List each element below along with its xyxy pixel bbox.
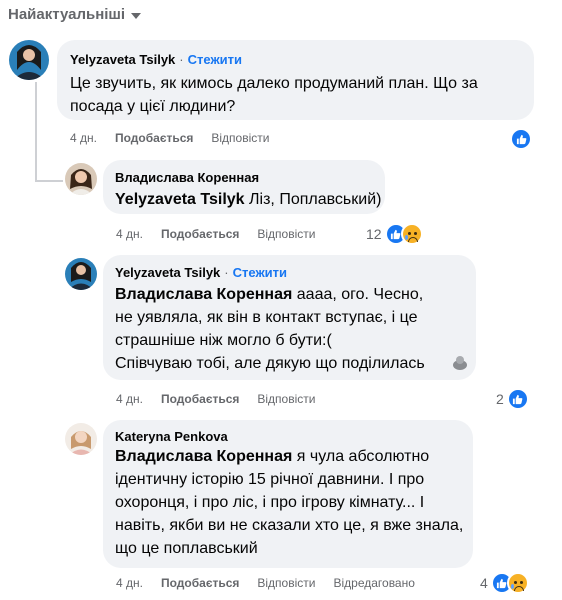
comment-author[interactable]: Yelyzaveta Tsilyk [70, 52, 175, 67]
comment-time[interactable]: 4 дн. [116, 227, 143, 241]
like-button[interactable]: Подобається [161, 392, 239, 406]
separator-dot: · [179, 52, 184, 67]
comment-actions: 4 дн. Подобається Відповісти [70, 131, 269, 145]
comment-author[interactable]: Kateryna Penkova [115, 429, 228, 444]
comment-bubble: Yelyzaveta Tsilyk · Стежити Владислава Кор… [103, 255, 476, 380]
comment-bubble: Kateryna Penkova Владислава Коренная я ч… [103, 420, 473, 568]
like-button[interactable]: Подобається [161, 227, 239, 241]
sad-reaction-icon [400, 223, 423, 245]
emoji-icon [451, 355, 469, 371]
comment-actions: 4 дн. Подобається Відповісти Відредагова… [116, 576, 415, 590]
like-reaction-icon [510, 128, 532, 150]
thread-line [35, 180, 63, 182]
sort-selector[interactable]: Найактуальніші [8, 6, 142, 23]
avatar[interactable] [65, 258, 97, 290]
follow-button[interactable]: Стежити [188, 52, 242, 67]
separator-dot: · [224, 265, 229, 280]
avatar[interactable] [65, 163, 97, 195]
comment-actions: 4 дн. Подобається Відповісти [116, 392, 315, 406]
avatar[interactable] [65, 423, 97, 455]
comment-text: Владислава Коренная я чула абсолютно іде… [115, 445, 465, 560]
comment-time[interactable]: 4 дн. [116, 576, 143, 590]
reaction-summary[interactable]: 12 [366, 223, 423, 245]
comment-bubble: Владислава Коренная Yelyzaveta Tsilyk Лі… [103, 160, 385, 214]
reaction-count: 4 [480, 575, 488, 591]
comment-header: Yelyzaveta Tsilyk · Стежити [115, 264, 287, 282]
reaction-summary[interactable]: 2 [496, 388, 529, 410]
like-button[interactable]: Подобається [161, 576, 239, 590]
sad-reaction-icon [506, 572, 529, 594]
comment-text-content: Ліз, Поплавський) [249, 191, 382, 208]
like-reaction-icon [506, 388, 529, 410]
chevron-down-icon [131, 12, 142, 19]
mention-link[interactable]: Yelyzaveta Tsilyk [115, 191, 245, 208]
comment-author[interactable]: Yelyzaveta Tsilyk [115, 265, 220, 280]
comment-bubble: Yelyzaveta Tsilyk · Стежити Це звучить, як… [57, 40, 534, 120]
comment-actions: 4 дн. Подобається Відповісти [116, 227, 315, 241]
thread-line [35, 82, 37, 182]
comment-header: Yelyzaveta Tsilyk · Стежити [70, 51, 242, 69]
comment-text: Владислава Коренная аааа, ого. Чесно, не… [115, 283, 445, 375]
follow-button[interactable]: Стежити [233, 265, 287, 280]
reply-button[interactable]: Відповісти [257, 576, 315, 590]
reply-button[interactable]: Відповісти [257, 227, 315, 241]
sort-label: Найактуальніші [8, 6, 126, 23]
reaction-count: 2 [496, 391, 504, 407]
reaction-summary[interactable]: 4 [480, 572, 529, 594]
comment-time[interactable]: 4 дн. [116, 392, 143, 406]
like-button[interactable]: Подобається [115, 131, 193, 145]
reply-button[interactable]: Відповісти [257, 392, 315, 406]
reaction-count: 12 [366, 226, 382, 242]
comment-text: Yelyzaveta Tsilyk Ліз, Поплавський) [115, 188, 381, 211]
avatar[interactable] [9, 40, 49, 80]
comment-author[interactable]: Владислава Коренная [115, 170, 259, 185]
comment-text: Це звучить, як кимось далеко продуманий … [70, 75, 478, 115]
mention-link[interactable]: Владислава Коренная [115, 286, 292, 303]
mention-link[interactable]: Владислава Коренная [115, 448, 292, 465]
comment-time[interactable]: 4 дн. [70, 131, 97, 145]
reply-button[interactable]: Відповісти [211, 131, 269, 145]
reaction-summary[interactable] [510, 128, 532, 150]
edited-label[interactable]: Відредаговано [333, 576, 414, 590]
